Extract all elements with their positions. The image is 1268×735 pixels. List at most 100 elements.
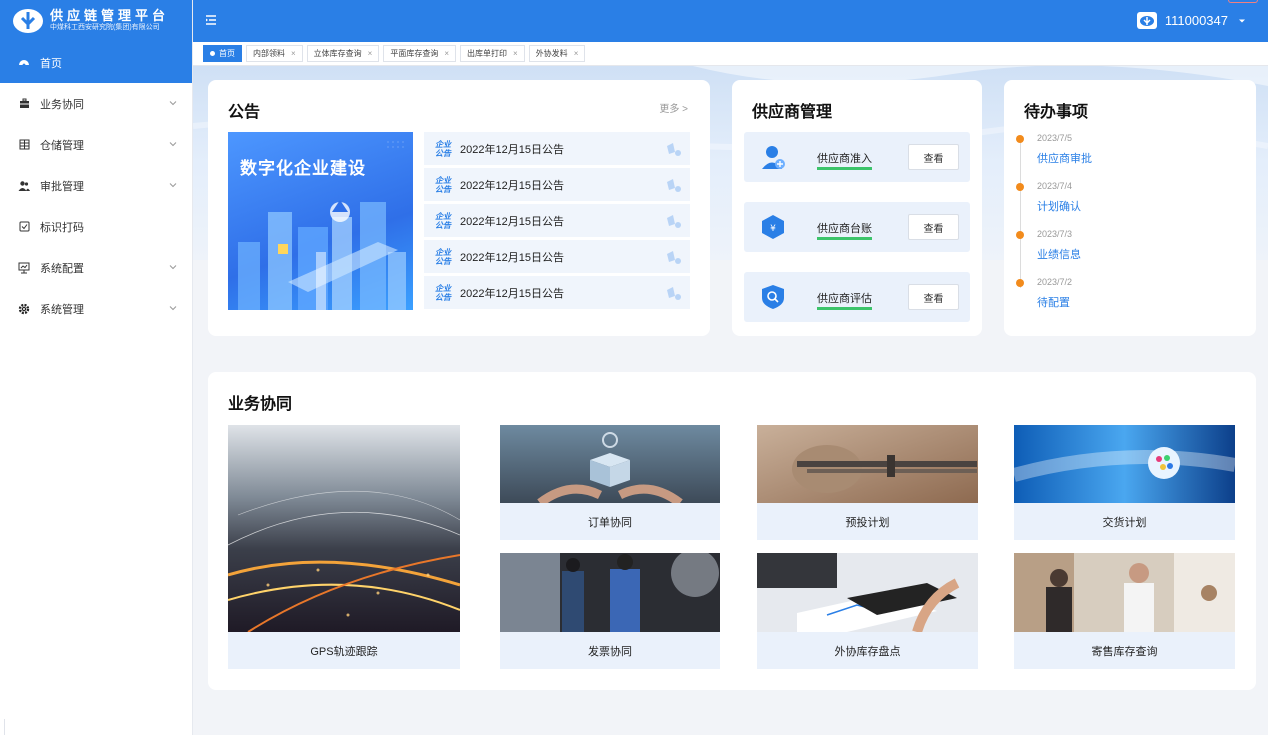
gear-icon — [18, 303, 30, 315]
tab-label: 立体库存查询 — [313, 49, 362, 58]
tile-label: 预投计划 — [757, 503, 978, 540]
chevron-down-icon — [169, 265, 177, 270]
ledger-shield-icon: ¥ — [762, 215, 784, 239]
todo-link[interactable]: 计划确认 — [1037, 198, 1081, 214]
notice-item[interactable]: 企业 公告 2022年12月15日公告 — [424, 204, 690, 237]
megaphone-icon — [667, 179, 681, 192]
users-icon — [18, 180, 30, 192]
notice-item-text: 2022年12月15日公告 — [460, 179, 564, 192]
close-icon[interactable]: × — [444, 49, 449, 58]
tab-bar: 首页 内部领料 × 立体库存查询 × 平面库存查询 × 出库单打印 × 外协发料… — [193, 42, 1268, 66]
hands-box-photo — [500, 425, 720, 503]
business-card: 业务协同 GPS轨迹跟踪 订单协同 预投计划 交货计划 发票协同 外协库存盘点 … — [208, 372, 1256, 690]
menu-fold-icon[interactable] — [205, 14, 219, 28]
megaphone-icon — [667, 287, 681, 300]
more-link[interactable]: 更多 > — [659, 100, 688, 115]
corner-decoration — [1228, 0, 1258, 3]
notice-item-text: 2022年12月15日公告 — [460, 143, 564, 156]
close-icon[interactable]: × — [513, 49, 518, 58]
notice-item[interactable]: 企业 公告 2022年12月15日公告 — [424, 240, 690, 273]
view-button[interactable]: 查看 — [908, 214, 959, 240]
todo-date: 2023/7/3 — [1037, 229, 1073, 239]
tile-label: 外协库存盘点 — [757, 632, 978, 669]
notice-card: 公告 更多 > 数字化企业建设 企业 公告 2022年12月15日公告 企业 公告 — [208, 80, 710, 336]
sidebar-item-sysadmin[interactable]: 系统管理 — [0, 288, 192, 329]
timeline-dot — [1016, 183, 1024, 191]
sidebar-item-warehouse[interactable]: 仓储管理 — [0, 124, 192, 165]
todo-title: 待办事项 — [1024, 104, 1089, 121]
dashboard-icon — [18, 57, 30, 69]
supplier-ledger-row: ¥ 供应商台账 查看 — [744, 202, 970, 252]
tile-gps-tracking[interactable]: GPS轨迹跟踪 — [228, 425, 460, 669]
fiber-optic-photo — [1014, 425, 1235, 503]
close-icon[interactable]: × — [291, 49, 296, 58]
tab-label: 外协发料 — [535, 49, 568, 58]
todo-link[interactable]: 待配置 — [1037, 294, 1070, 310]
timeline-dot — [1016, 231, 1024, 239]
sidebar-item-label: 标识打码 — [40, 221, 84, 234]
tab-outbound-print[interactable]: 出库单打印 × — [460, 45, 525, 62]
tile-consignment-query[interactable]: 寄售库存查询 — [1014, 553, 1235, 669]
sidebar-item-home[interactable]: 首页 — [0, 42, 192, 83]
brand-title: 供应链管理平台 — [50, 8, 170, 23]
todo-link[interactable]: 供应商审批 — [1037, 150, 1092, 166]
tile-advance-plan[interactable]: 预投计划 — [757, 425, 978, 540]
tab-internal-picking[interactable]: 内部领料 × — [246, 45, 303, 62]
notice-item-text: 2022年12月15日公告 — [460, 215, 564, 228]
sidebar-item-label: 首页 — [40, 57, 62, 70]
supplier-evaluation-label[interactable]: 供应商评估 — [817, 290, 872, 310]
todo-link[interactable]: 业绩信息 — [1037, 246, 1081, 262]
supplier-ledger-label[interactable]: 供应商台账 — [817, 220, 872, 240]
caret-down-icon — [1239, 19, 1245, 22]
sidebar-item-label: 系统管理 — [40, 303, 84, 316]
tab-home[interactable]: 首页 — [203, 45, 242, 62]
tile-label: 发票协同 — [500, 632, 720, 669]
sidebar: 供应链管理平台 中煤科工西安研究院(集团)有限公司 首页 业务协同 仓储管理 审… — [0, 0, 193, 735]
timeline-dot — [1016, 279, 1024, 287]
sidebar-item-label: 系统配置 — [40, 262, 84, 275]
brand[interactable]: 供应链管理平台 中煤科工西安研究院(集团)有限公司 — [0, 0, 192, 42]
chevron-down-icon — [169, 306, 177, 311]
tab-label: 平面库存查询 — [390, 49, 439, 58]
view-button[interactable]: 查看 — [908, 144, 959, 170]
view-button[interactable]: 查看 — [908, 284, 959, 310]
tile-label: 订单协同 — [500, 503, 720, 540]
notice-item[interactable]: 企业 公告 2022年12月15日公告 — [424, 276, 690, 309]
tile-order-collab[interactable]: 订单协同 — [500, 425, 720, 540]
sidebar-item-business[interactable]: 业务协同 — [0, 83, 192, 124]
chevron-down-icon — [169, 183, 177, 188]
top-header: 111000347 — [193, 0, 1268, 42]
supplier-access-label[interactable]: 供应商准入 — [817, 150, 872, 170]
workers-photo — [500, 553, 720, 632]
tab-outsourced-issue[interactable]: 外协发料 × — [528, 45, 586, 62]
business-title: 业务协同 — [228, 396, 293, 413]
chevron-down-icon — [169, 142, 177, 147]
sidebar-item-sysconfig[interactable]: 系统配置 — [0, 247, 192, 288]
supplier-access-row: 供应商准入 查看 — [744, 132, 970, 182]
briefcase-icon — [18, 98, 30, 110]
tab-3d-inventory[interactable]: 立体库存查询 × — [306, 45, 380, 62]
sidebar-item-approval[interactable]: 审批管理 — [0, 165, 192, 206]
notice-item[interactable]: 企业 公告 2022年12月15日公告 — [424, 168, 690, 201]
notice-tag: 企业 公告 — [435, 139, 451, 158]
notice-item-text: 2022年12月15日公告 — [460, 251, 564, 264]
tile-invoice-collab[interactable]: 发票协同 — [500, 553, 720, 669]
sidebar-item-labeling[interactable]: 标识打码 — [0, 206, 192, 247]
tab-flat-inventory[interactable]: 平面库存查询 × — [383, 45, 457, 62]
tile-outsourced-stocktake[interactable]: 外协库存盘点 — [757, 553, 978, 669]
chevron-down-icon — [169, 101, 177, 106]
megaphone-icon — [667, 215, 681, 228]
grid-icon — [18, 139, 30, 151]
user-menu[interactable]: 111000347 — [1136, 12, 1246, 29]
user-add-icon — [762, 146, 785, 169]
tile-delivery-plan[interactable]: 交货计划 — [1014, 425, 1235, 540]
notice-item[interactable]: 企业 公告 2022年12月15日公告 — [424, 132, 690, 165]
close-icon[interactable]: × — [574, 49, 579, 58]
megaphone-icon — [667, 251, 681, 264]
notice-tag: 企业 公告 — [435, 247, 451, 266]
timeline-line — [1020, 138, 1021, 288]
brand-subtitle: 中煤科工西安研究院(集团)有限公司 — [50, 24, 160, 31]
notice-tag: 企业 公告 — [435, 283, 451, 302]
tab-label: 首页 — [219, 49, 235, 58]
close-icon[interactable]: × — [368, 49, 373, 58]
